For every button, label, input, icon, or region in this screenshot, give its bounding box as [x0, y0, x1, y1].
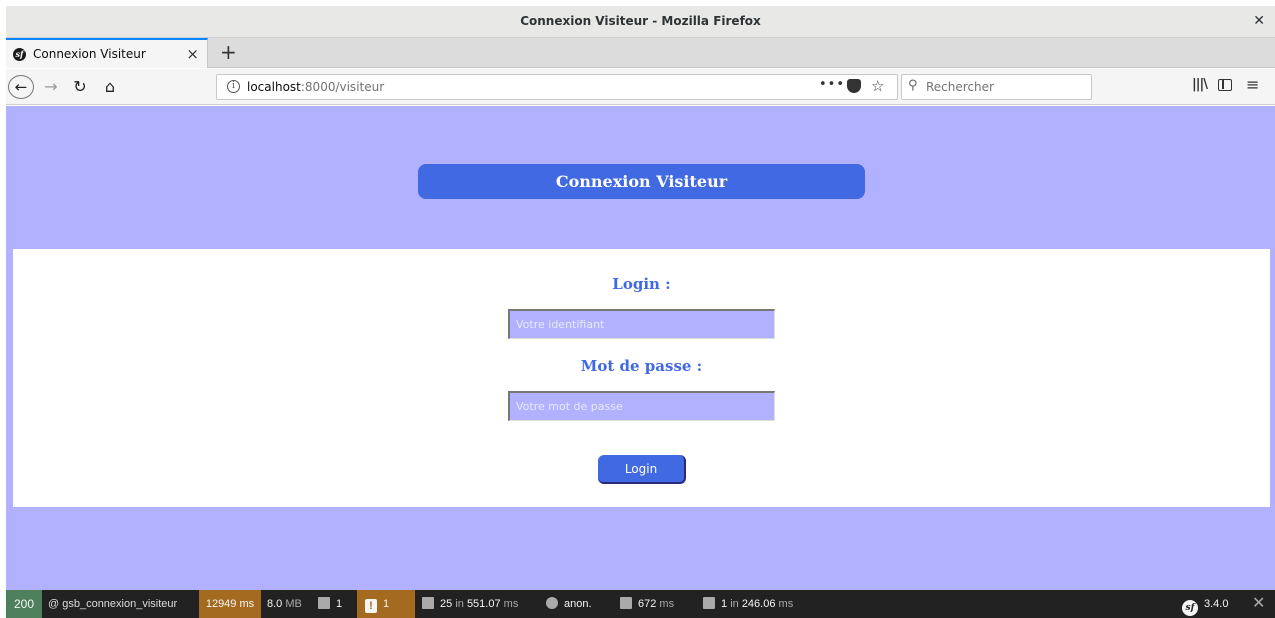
doctrine-in: in: [455, 598, 464, 610]
doctrine-time: 551.07: [466, 598, 501, 610]
forms-count: 1: [336, 598, 343, 610]
cache-unit: ms: [778, 598, 794, 610]
home-button[interactable]: ⌂: [100, 75, 120, 99]
page-content: Connexion Visiteur Login : Mot de passe …: [6, 106, 1275, 590]
tab-connexion-visiteur[interactable]: sf Connexion Visiteur ×: [6, 38, 208, 68]
symfony-debug-toolbar: 200 @ gsb_connexion_visiteur 12949 ms 8.…: [6, 590, 1275, 618]
symfony-logo-icon: sf: [1182, 600, 1198, 616]
page-actions-icon[interactable]: •••: [819, 77, 845, 92]
hamburger-menu-icon[interactable]: ≡: [1246, 75, 1259, 94]
search-placeholder: Rechercher: [926, 80, 994, 94]
symfony-version[interactable]: sf 3.4.0: [1182, 590, 1228, 618]
doctrine-unit: ms: [503, 598, 519, 610]
sidebar-toggle-icon[interactable]: [1218, 79, 1232, 91]
bookmark-star-icon[interactable]: ☆: [871, 77, 884, 95]
cache-count: 1: [721, 598, 728, 610]
url-text[interactable]: localhost:8000/visiteur: [247, 80, 384, 94]
server-icon: [703, 597, 715, 609]
memory-unit: MB: [285, 598, 302, 610]
site-info-icon[interactable]: i: [227, 80, 240, 93]
back-button[interactable]: ←: [8, 75, 34, 99]
page-title: Connexion Visiteur: [418, 164, 865, 199]
pocket-icon[interactable]: [847, 79, 861, 93]
library-icon[interactable]: |||\: [1192, 77, 1208, 92]
user-icon: [546, 597, 558, 609]
window-close-button[interactable]: ✕: [1253, 13, 1265, 29]
login-label: Login :: [612, 275, 671, 293]
render-time: 672: [638, 598, 657, 610]
database-layers-icon: [422, 597, 434, 609]
warning-icon: !: [365, 599, 377, 613]
version-number: 3.4.0: [1204, 598, 1229, 610]
navigation-bar: ← → ↻ ⌂ i localhost:8000/visiteur ••• ☆ …: [6, 69, 1275, 105]
cache-panel[interactable]: 1 in 246.06 ms: [703, 590, 793, 618]
doctrine-queries: 25: [440, 598, 453, 610]
time-unit: ms: [239, 598, 255, 610]
forms-panel[interactable]: 1: [318, 590, 342, 618]
search-bar[interactable]: ⚲ Rechercher: [901, 74, 1092, 100]
new-tab-button[interactable]: +: [220, 40, 237, 64]
forward-button[interactable]: →: [42, 75, 60, 99]
logs-count: 1: [383, 598, 390, 610]
url-host: localhost: [247, 80, 301, 94]
tab-close-icon[interactable]: ×: [186, 45, 199, 63]
route-name[interactable]: @ gsb_connexion_visiteur: [48, 590, 177, 618]
render-unit: ms: [659, 598, 675, 610]
request-time[interactable]: 12949 ms: [199, 590, 261, 618]
toolbar-close-icon[interactable]: ✕: [1252, 590, 1265, 618]
cache-time: 246.06: [741, 598, 776, 610]
time-value: 12949: [205, 598, 237, 610]
window-titlebar: Connexion Visiteur - Mozilla Firefox ✕: [6, 6, 1275, 38]
tab-strip: sf Connexion Visiteur × +: [6, 38, 1275, 68]
url-bar[interactable]: i localhost:8000/visiteur ••• ☆: [216, 74, 898, 100]
password-input[interactable]: [508, 391, 775, 421]
window-title: Connexion Visiteur - Mozilla Firefox: [520, 14, 761, 28]
security-panel[interactable]: anon.: [546, 590, 592, 618]
url-path: :8000/visiteur: [300, 80, 385, 94]
login-input[interactable]: [508, 309, 775, 339]
password-label: Mot de passe :: [580, 357, 703, 375]
memory-usage[interactable]: 8.0 MB: [267, 590, 302, 618]
timer-icon: [620, 597, 632, 609]
search-icon: ⚲: [908, 78, 918, 93]
status-code-badge[interactable]: 200: [6, 590, 42, 618]
symfony-favicon-icon: sf: [13, 48, 26, 61]
render-time-panel[interactable]: 672 ms: [620, 590, 674, 618]
memory-value: 8.0: [267, 598, 283, 610]
cache-in: in: [730, 598, 739, 610]
login-submit-button[interactable]: Login: [598, 455, 686, 484]
forms-icon: [318, 597, 330, 609]
logs-panel[interactable]: ! 1: [357, 590, 415, 618]
login-form: Login : Mot de passe : Login: [13, 249, 1270, 507]
reload-button[interactable]: ↻: [70, 75, 90, 99]
doctrine-panel[interactable]: 25 in 551.07 ms: [422, 590, 518, 618]
tab-label: Connexion Visiteur: [33, 47, 146, 61]
user-name: anon.: [564, 598, 592, 610]
